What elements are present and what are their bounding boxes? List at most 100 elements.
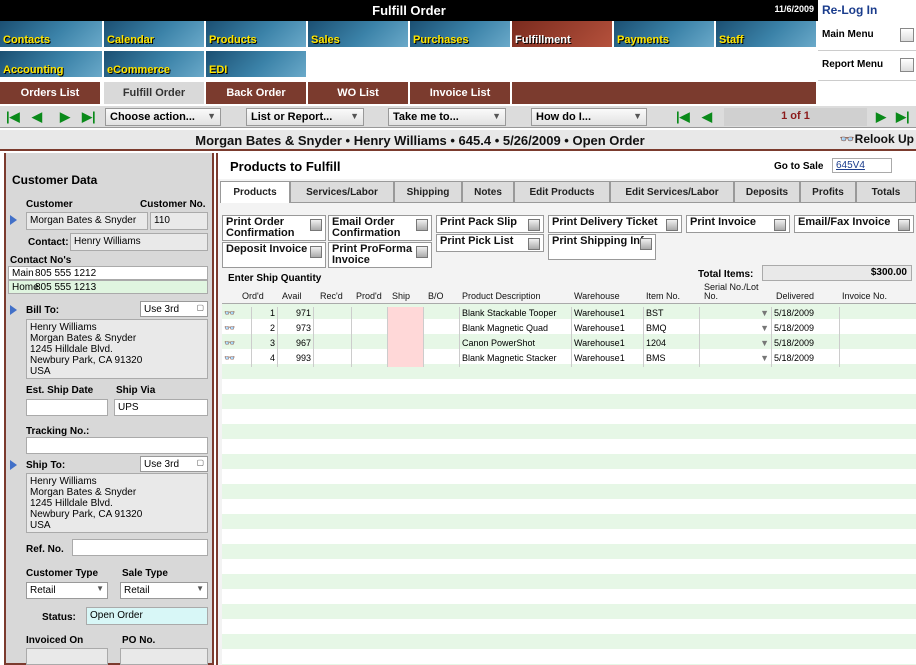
tab-deposits[interactable]: Deposits bbox=[734, 181, 800, 203]
module-calendar[interactable]: Calendar bbox=[104, 21, 206, 49]
row-binoculars-icon[interactable]: 👓 bbox=[222, 337, 252, 352]
tab-shipping[interactable]: Shipping bbox=[394, 181, 462, 203]
row-ship-input[interactable] bbox=[388, 337, 424, 352]
chevron-down-icon: ▼ bbox=[196, 584, 204, 593]
main-menu-button[interactable]: Main Menu bbox=[818, 21, 916, 51]
report-menu-button[interactable]: Report Menu bbox=[818, 51, 916, 81]
row-delivered: 5/18/2009 bbox=[772, 307, 840, 322]
next-record-icon[interactable]: ▶ bbox=[60, 110, 74, 124]
tab-totals[interactable]: Totals bbox=[856, 181, 916, 203]
module-payments[interactable]: Payments bbox=[614, 21, 716, 49]
last-record-icon[interactable]: ▶| bbox=[82, 110, 96, 124]
row-ship-input[interactable] bbox=[388, 352, 424, 367]
module-accounting[interactable]: Accounting bbox=[0, 51, 104, 79]
print-delivery-ticket-button[interactable]: Print Delivery Ticket bbox=[548, 215, 682, 233]
ship-to-address[interactable]: Henry Williams Morgan Bates & Snyder 1245 … bbox=[26, 473, 208, 533]
row-binoculars-icon[interactable]: 👓 bbox=[222, 352, 252, 367]
row-binoculars-icon[interactable]: 👓 bbox=[222, 322, 252, 337]
row-bo bbox=[424, 337, 460, 352]
print-shipping-info-button[interactable]: Print Shipping Info bbox=[548, 234, 656, 260]
bill-to-address[interactable]: Henry Williams Morgan Bates & Snyder 1245 … bbox=[26, 319, 208, 379]
module-edi[interactable]: EDI bbox=[206, 51, 308, 79]
tab-services-labor[interactable]: Services/Labor bbox=[290, 181, 394, 203]
invoiced-on-field[interactable] bbox=[26, 648, 108, 665]
row-binoculars-icon[interactable]: 👓 bbox=[222, 307, 252, 322]
list-report-dropdown[interactable]: List or Report... ▼ bbox=[246, 108, 364, 126]
row-prodd bbox=[352, 337, 388, 352]
contact-field[interactable]: Henry Williams bbox=[70, 233, 208, 251]
email-order-confirmation-button[interactable]: Email Order Confirmation bbox=[328, 215, 432, 241]
row-serial-dropdown[interactable]: ▼ bbox=[700, 352, 772, 367]
ref-no-field[interactable] bbox=[72, 539, 208, 556]
customer-type-dropdown[interactable]: Retail ▼ bbox=[26, 582, 108, 599]
row-serial-dropdown[interactable]: ▼ bbox=[700, 307, 772, 322]
tab-fulfill-order[interactable]: Fulfill Order bbox=[104, 82, 206, 104]
print-invoice-button[interactable]: Print Invoice bbox=[686, 215, 790, 233]
module-sales[interactable]: Sales bbox=[308, 21, 410, 49]
relogin-link[interactable]: Re-Log In bbox=[818, 0, 916, 21]
relook-up-button[interactable]: 👓Relook Up bbox=[840, 132, 914, 146]
printer-icon bbox=[528, 238, 540, 250]
module-fulfillment[interactable]: Fulfillment bbox=[512, 21, 614, 49]
print-pick-list-button[interactable]: Print Pick List bbox=[436, 234, 544, 252]
take-me-dropdown[interactable]: Take me to... ▼ bbox=[388, 108, 506, 126]
first-record-icon[interactable]: |◀ bbox=[6, 110, 20, 124]
products-tabs: Products Services/Labor Shipping Notes E… bbox=[220, 181, 916, 203]
deposit-invoice-button[interactable]: Deposit Invoice bbox=[222, 242, 326, 268]
next-page-icon[interactable]: ▶ bbox=[876, 110, 890, 124]
row-serial-dropdown[interactable]: ▼ bbox=[700, 337, 772, 352]
tab-profits[interactable]: Profits bbox=[800, 181, 856, 203]
tab-products[interactable]: Products bbox=[220, 181, 290, 203]
prev-record-icon[interactable]: ◀ bbox=[32, 110, 46, 124]
ship-use3rd-dropdown[interactable]: Use 3rd ▢ bbox=[140, 456, 208, 472]
tab-notes[interactable]: Notes bbox=[462, 181, 514, 203]
go-to-customer-icon[interactable] bbox=[10, 215, 17, 225]
table-row[interactable]: 👓 3 967 Canon PowerShot Warehouse1 1204 … bbox=[222, 337, 916, 352]
ship-via-field[interactable]: UPS bbox=[114, 399, 208, 416]
customer-field[interactable]: Morgan Bates & Snyder bbox=[26, 212, 148, 230]
table-row[interactable]: 👓 4 993 Blank Magnetic Stacker Warehouse… bbox=[222, 352, 916, 367]
module-purchases[interactable]: Purchases bbox=[410, 21, 512, 49]
module-products[interactable]: Products bbox=[206, 21, 308, 49]
customer-no-field[interactable]: 110 bbox=[150, 212, 208, 230]
phone-row-home[interactable]: Home 805 555 1213 bbox=[8, 280, 208, 294]
tab-invoice-list[interactable]: Invoice List bbox=[410, 82, 512, 104]
total-items-label: Total Items: bbox=[698, 269, 754, 280]
tab-wo-list[interactable]: WO List bbox=[308, 82, 410, 104]
tracking-field[interactable] bbox=[26, 437, 208, 454]
how-do-i-dropdown[interactable]: How do I... ▼ bbox=[531, 108, 647, 126]
sale-type-dropdown[interactable]: Retail ▼ bbox=[120, 582, 208, 599]
tab-edit-services[interactable]: Edit Services/Labor bbox=[610, 181, 734, 203]
row-serial-dropdown[interactable]: ▼ bbox=[700, 322, 772, 337]
choose-action-dropdown[interactable]: Choose action... ▼ bbox=[105, 108, 221, 126]
module-staff[interactable]: Staff bbox=[716, 21, 818, 49]
go-to-sale-link[interactable]: 645V4 bbox=[832, 158, 892, 173]
prev-page-icon[interactable]: ◀ bbox=[702, 110, 716, 124]
table-row[interactable]: 👓 1 971 Blank Stackable Tooper Warehouse… bbox=[222, 307, 916, 322]
row-ship-input[interactable] bbox=[388, 307, 424, 322]
est-ship-date-field[interactable] bbox=[26, 399, 108, 416]
email-icon bbox=[416, 219, 428, 231]
print-proforma-button[interactable]: Print ProForma Invoice bbox=[328, 242, 432, 268]
dropdown-icon: ▢ bbox=[196, 458, 204, 467]
tab-orders-list[interactable]: Orders List bbox=[0, 82, 102, 104]
po-no-field[interactable] bbox=[120, 648, 208, 665]
row-ship-input[interactable] bbox=[388, 322, 424, 337]
module-ecommerce[interactable]: eCommerce bbox=[104, 51, 206, 79]
last-page-icon[interactable]: ▶| bbox=[896, 110, 910, 124]
col-prodd: Prod'd bbox=[356, 291, 382, 301]
print-order-confirmation-button[interactable]: Print Order Confirmation bbox=[222, 215, 326, 241]
tab-edit-products[interactable]: Edit Products bbox=[514, 181, 610, 203]
ship-to-arrow-icon[interactable] bbox=[10, 460, 17, 470]
bill-use3rd-dropdown[interactable]: Use 3rd ▢ bbox=[140, 301, 208, 317]
phone-row-main[interactable]: Main 805 555 1212 bbox=[8, 266, 208, 280]
module-contacts[interactable]: Contacts bbox=[0, 21, 104, 49]
print-pack-slip-button[interactable]: Print Pack Slip bbox=[436, 215, 544, 233]
customer-no-label: Customer No. bbox=[140, 199, 206, 210]
email-fax-invoice-button[interactable]: Email/Fax Invoice bbox=[794, 215, 914, 233]
go-to-sale-label: Go to Sale bbox=[774, 161, 824, 172]
first-page-icon[interactable]: |◀ bbox=[676, 110, 690, 124]
tab-back-order[interactable]: Back Order bbox=[206, 82, 308, 104]
bill-to-arrow-icon[interactable] bbox=[10, 305, 17, 315]
table-row[interactable]: 👓 2 973 Blank Magnetic Quad Warehouse1 B… bbox=[222, 322, 916, 337]
